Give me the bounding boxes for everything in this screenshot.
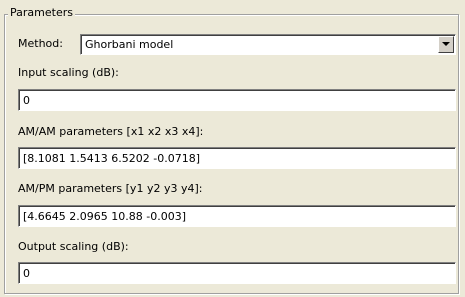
- output-scaling-field[interactable]: 0: [18, 262, 456, 284]
- chevron-down-icon[interactable]: [438, 36, 454, 53]
- am-pm-parameters-label: AM/PM parameters [y1 y2 y3 y4]:: [18, 182, 203, 195]
- method-select-value: Ghorbani model: [85, 38, 174, 51]
- input-scaling-field[interactable]: 0: [18, 89, 456, 111]
- parameters-group-title: Parameters: [8, 6, 75, 20]
- am-am-parameters-label: AM/AM parameters [x1 x2 x3 x4]:: [18, 125, 204, 138]
- method-select[interactable]: Ghorbani model: [80, 34, 456, 55]
- input-scaling-label: Input scaling (dB):: [18, 66, 119, 79]
- method-label: Method:: [18, 37, 63, 50]
- am-pm-parameters-field[interactable]: [4.6645 2.0965 10.88 -0.003]: [18, 205, 456, 227]
- output-scaling-label: Output scaling (dB):: [18, 240, 129, 253]
- am-am-parameters-field[interactable]: [8.1081 1.5413 6.5202 -0.0718]: [18, 147, 456, 169]
